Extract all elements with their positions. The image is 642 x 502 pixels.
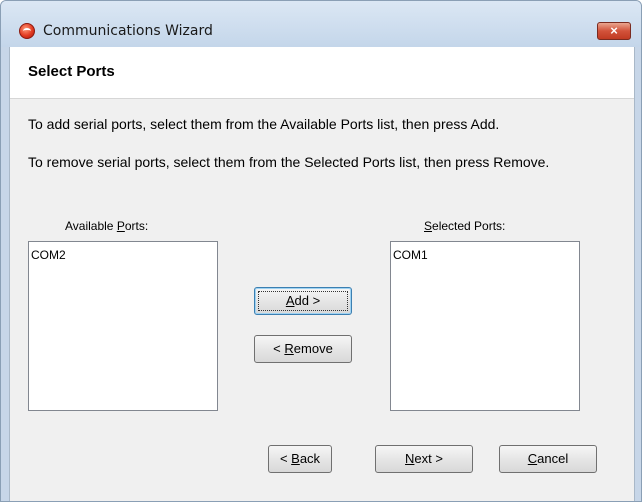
remove-button[interactable]: < Remove xyxy=(254,335,352,363)
add-button[interactable]: Add > xyxy=(254,287,352,315)
available-ports-label: Available Ports: xyxy=(65,219,148,233)
close-icon[interactable]: × xyxy=(597,22,631,40)
selected-port-item[interactable]: COM1 xyxy=(393,248,428,262)
page-title: Select Ports xyxy=(28,63,115,80)
next-button[interactable]: Next > xyxy=(375,445,473,473)
instruction-remove-text: To remove serial ports, select them from… xyxy=(28,154,550,170)
available-ports-listbox[interactable]: COM2 xyxy=(28,241,218,411)
back-button[interactable]: < Back xyxy=(268,445,332,473)
header-band: Select Ports xyxy=(10,47,634,99)
available-port-item[interactable]: COM2 xyxy=(31,248,66,262)
available-ports-label-mnemonic: P xyxy=(116,219,125,233)
selected-ports-listbox[interactable]: COM1 xyxy=(390,241,580,411)
remove-button-prefix: < xyxy=(273,341,285,356)
cancel-button-label: ancel xyxy=(537,451,569,466)
available-ports-label-post: orts: xyxy=(124,219,149,233)
back-button-label: ack xyxy=(299,451,321,466)
back-button-prefix: < xyxy=(279,451,292,466)
selected-ports-label-post: elected Ports: xyxy=(432,219,506,233)
window-title: Communications Wizard xyxy=(43,23,213,39)
remove-button-mnemonic: R xyxy=(284,341,294,356)
add-button-mnemonic: A xyxy=(285,293,295,308)
selected-ports-label-mnemonic: S xyxy=(424,219,433,233)
communications-wizard-window: Communications Wizard × Select Ports To … xyxy=(0,0,642,502)
app-logo-icon xyxy=(19,23,35,39)
available-ports-label-pre: Available xyxy=(65,219,117,233)
cancel-button-mnemonic: C xyxy=(527,451,538,466)
cancel-button[interactable]: Cancel xyxy=(499,445,597,473)
next-button-label: ext > xyxy=(414,451,443,466)
add-button-label: dd > xyxy=(294,293,321,308)
wizard-body: Select Ports To add serial ports, select… xyxy=(9,47,635,501)
selected-ports-label: Selected Ports: xyxy=(424,219,505,233)
title-bar[interactable]: Communications Wizard × xyxy=(1,1,641,47)
next-button-mnemonic: N xyxy=(405,451,415,466)
instruction-add-text: To add serial ports, select them from th… xyxy=(28,116,500,132)
back-button-mnemonic: B xyxy=(291,451,300,466)
remove-button-label: emove xyxy=(293,341,333,356)
